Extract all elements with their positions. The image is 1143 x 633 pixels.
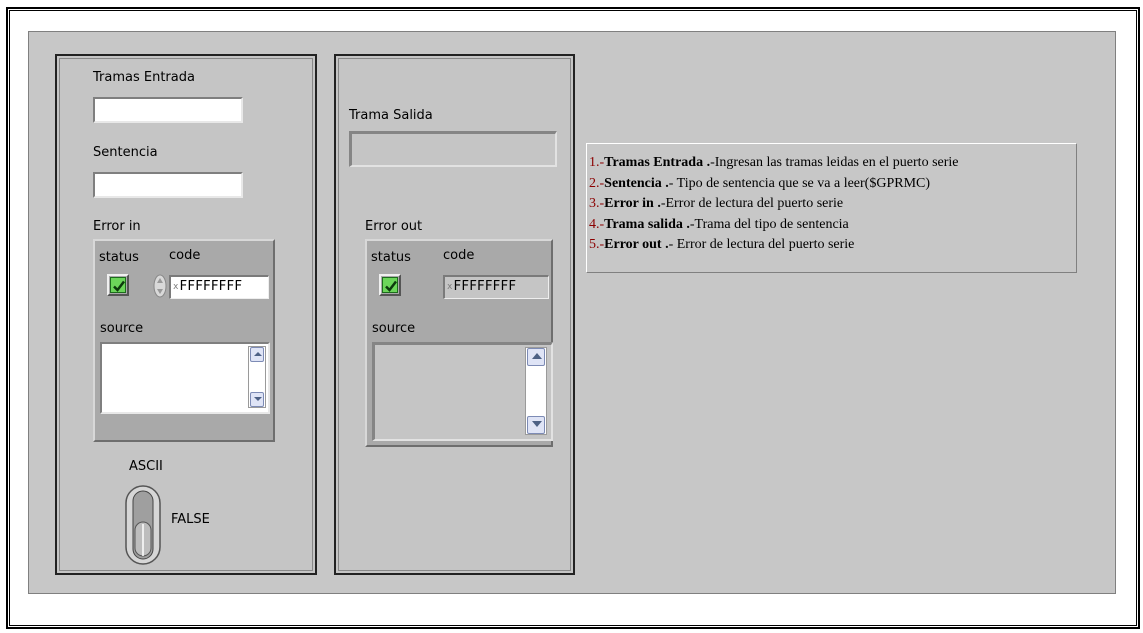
description-line: 1.-Tramas Entrada .-Ingresan las tramas … [589,155,959,170]
error-out-label: Error out [365,219,423,234]
error-out-status-check [382,277,398,293]
error-out-source-scrollbar[interactable] [525,347,547,435]
toggle-switch-icon [125,485,161,565]
error-in-cluster: status code xFFFFFFFF source [93,239,275,442]
error-out-code-value: FFFFFFFF [453,279,517,294]
error-in-status-label: status [99,250,139,265]
check-icon [113,280,125,292]
error-out-code-label: code [443,248,475,263]
radix-indicator: x [173,282,179,292]
input-cluster: Tramas Entrada Sentencia Error in status… [55,54,317,575]
sentencia-input[interactable] [93,172,243,198]
error-in-status-led[interactable] [107,274,129,296]
error-in-code-value: FFFFFFFF [179,279,243,294]
arrow-down-icon [532,421,542,427]
description-line: 3.-Error in .-Error de lectura del puert… [589,196,844,212]
description-line: 5.-Error out .- Error de lectura del pue… [589,237,855,253]
scroll-down-arrow-icon[interactable] [250,392,264,407]
tramas-entrada-label: Tramas Entrada [93,70,195,85]
error-in-source-label: source [100,321,144,336]
ascii-label: ASCII [129,459,163,474]
error-in-label: Error in [93,219,141,234]
description-line: 4.-Trama salida .-Trama del tipo de sent… [589,216,849,232]
sentencia-label: Sentencia [93,145,158,160]
error-out-code-field: xFFFFFFFF [443,275,549,299]
scroll-down-arrow-icon[interactable] [527,416,545,434]
scroll-up-arrow-icon[interactable] [250,347,264,362]
arrow-down-icon [254,397,262,401]
front-panel: Tramas Entrada Sentencia Error in status… [28,31,1116,594]
description-box: 1.-Tramas Entrada .-Ingresan las tramas … [586,143,1077,273]
error-in-status-check [110,277,126,293]
error-out-status-led [379,274,401,296]
stepper-arrows-icon [153,274,167,298]
tramas-entrada-input[interactable] [93,97,243,123]
output-cluster: Trama Salida Error out status code xFFFF… [334,54,575,575]
arrow-up-icon [254,352,262,356]
arrow-up-icon [532,353,542,359]
error-in-source-scrollbar[interactable] [248,346,266,408]
error-out-status-label: status [371,250,411,265]
description-line: 2.-Sentencia .- Tipo de sentencia que se… [589,175,931,191]
trama-salida-label: Trama Salida [349,108,433,123]
ascii-state-text: FALSE [171,512,210,527]
error-out-cluster: status code xFFFFFFFF source [365,239,553,447]
error-out-source-label: source [372,321,416,336]
trama-salida-indicator [349,131,557,167]
error-in-code-label: code [169,248,201,263]
error-in-code-stepper[interactable] [153,274,167,298]
check-icon [385,280,397,292]
ascii-toggle-switch[interactable] [124,484,164,566]
error-in-source-field[interactable] [100,342,270,414]
scroll-up-arrow-icon[interactable] [527,348,545,366]
radix-indicator: x [447,282,453,292]
error-in-code-field[interactable]: xFFFFFFFF [169,275,269,299]
